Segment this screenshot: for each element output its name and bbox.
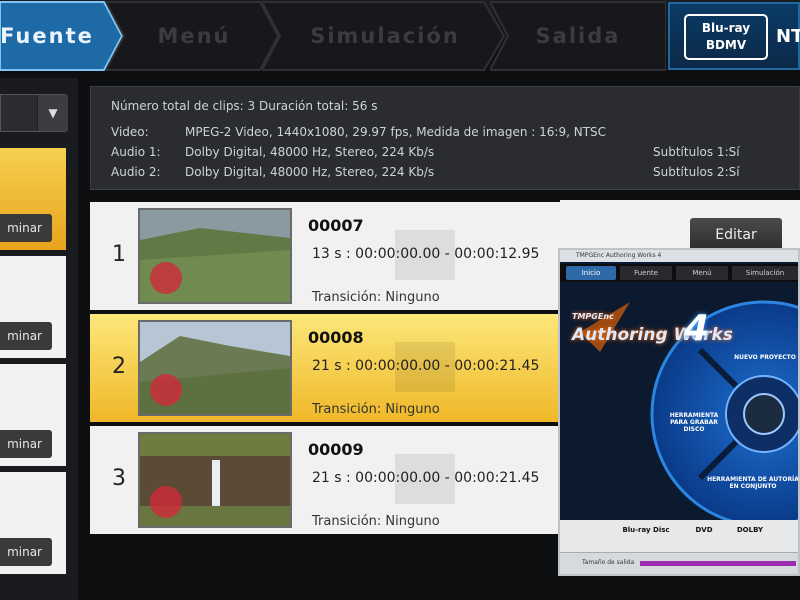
bluray-logo: Blu-ray BDMV [684,14,768,60]
info-summary: Número total de clips: 3 Duración total:… [111,99,378,113]
clip-transition[interactable]: Transición: Ninguno [312,402,440,417]
new-project-button[interactable]: NUEVO PROYECTO [730,354,798,361]
remove-button[interactable]: minar [0,214,52,242]
clip-list: 1 00007 13 s : 00:00:00.00 - 00:00:12.95… [90,196,560,600]
sidebar-card[interactable]: minar [0,472,66,574]
output-size-label: Tamaño de salida [582,559,635,566]
format-label: NTSC [776,26,800,47]
sidebar-card[interactable]: minar [0,364,66,466]
bluray-disc-logo: Blu-ray Disc [622,526,670,534]
clip-thumbnail[interactable] [138,320,292,416]
info-audio1: Audio 1: Dolby Digital, 48000 Hz, Stereo,… [111,145,434,159]
clip-index: 1 [112,242,126,267]
edit-button[interactable]: Editar [690,218,782,252]
film-icon [395,230,455,280]
tab-simulacion-label: Simulación [310,24,460,48]
window-footer: Blu-ray Disc DVD DOLBY Tamaño de salida [560,520,798,574]
thumbnail-landscape-grass [140,210,290,302]
clip-row[interactable]: 1 00007 13 s : 00:00:00.00 - 00:00:12.95… [90,202,560,310]
film-icon [395,342,455,392]
dvd-logo: DVD [695,526,713,534]
tab-menu[interactable]: Menú [106,0,282,72]
clip-transition[interactable]: Transición: Ninguno [312,290,440,305]
clip-name: 00009 [308,440,364,459]
source-dropdown[interactable]: ▼ [0,94,68,132]
tab-fuente[interactable]: Fuente [620,266,672,280]
batch-authoring-button[interactable]: HERRAMIENTA DE AUTORÍA EN CONJUNTO [704,476,798,490]
tab-fuente-label: Fuente [0,24,94,48]
subtitles-2: Subtítulos 2:Sí [653,165,740,179]
clip-name: 00007 [308,216,364,235]
info-audio2: Audio 2: Dolby Digital, 48000 Hz, Stereo,… [111,165,434,179]
sidebar-card[interactable]: minar [0,148,66,250]
clip-name: 00008 [308,328,364,347]
tab-inicio[interactable]: Inicio [566,266,616,280]
tab-menu[interactable]: Menú [676,266,728,280]
dolby-logo: DOLBY [736,526,764,534]
version-number: 4 [684,308,710,349]
output-format-badge[interactable]: Blu-ray BDMV NTSC [668,2,800,70]
clip-thumbnail[interactable] [138,432,292,528]
video-label: Video: [111,125,149,139]
audio1-value: Dolby Digital, 48000 Hz, Stereo, 224 Kb/… [185,145,435,159]
authoring-works-window[interactable]: TMPGEnc Authoring Works 4 Inicio Fuente … [558,248,800,576]
clip-index: 2 [112,354,126,379]
clip-thumbnail[interactable] [138,208,292,304]
film-icon [395,454,455,504]
tab-simulacion[interactable]: Simulación [262,0,508,72]
window-title: TMPGEnc Authoring Works 4 [560,250,798,262]
status-bar: Tamaño de salida [560,552,798,574]
thumbnail-waterfall [140,434,290,526]
chevron-down-icon[interactable]: ▼ [37,95,68,131]
audio1-label: Audio 1: [111,145,161,159]
subtitles-1: Subtítulos 1:Sí [653,145,740,159]
info-video: Video: MPEG-2 Video, 1440x1080, 29.97 fps… [111,125,606,139]
tab-menu-label: Menú [157,24,231,48]
audio2-value: Dolby Digital, 48000 Hz, Stereo, 224 Kb/… [185,165,435,179]
burn-disc-tool-button[interactable]: HERRAMIENTA PARA GRABAR DISCO [664,412,724,433]
top-navigation: Fuente Menú Simulación Salida Blu-ray BD… [0,0,800,74]
clip-transition[interactable]: Transición: Ninguno [312,514,440,529]
thumbnail-landscape-hill [140,322,290,414]
tab-simulacion[interactable]: Simulación [732,266,798,280]
output-size-bar [640,561,796,566]
window-nav: Inicio Fuente Menú Simulación [560,264,798,282]
tab-salida[interactable]: Salida [490,0,666,72]
clip-info-panel: Número total de clips: 3 Duración total:… [90,86,800,190]
video-value: MPEG-2 Video, 1440x1080, 29.97 fps, Medi… [185,125,607,139]
clip-row[interactable]: 3 00009 21 s : 00:00:00.00 - 00:00:21.45… [90,426,560,534]
tab-salida-label: Salida [535,24,621,48]
clip-row-selected[interactable]: 2 00008 21 s : 00:00:00.00 - 00:00:21.45… [90,314,560,422]
sidebar-card[interactable]: minar [0,256,66,358]
audio2-label: Audio 2: [111,165,161,179]
remove-button[interactable]: minar [0,430,52,458]
remove-button[interactable]: minar [0,538,52,566]
remove-button[interactable]: minar [0,322,52,350]
clip-index: 3 [112,466,126,491]
